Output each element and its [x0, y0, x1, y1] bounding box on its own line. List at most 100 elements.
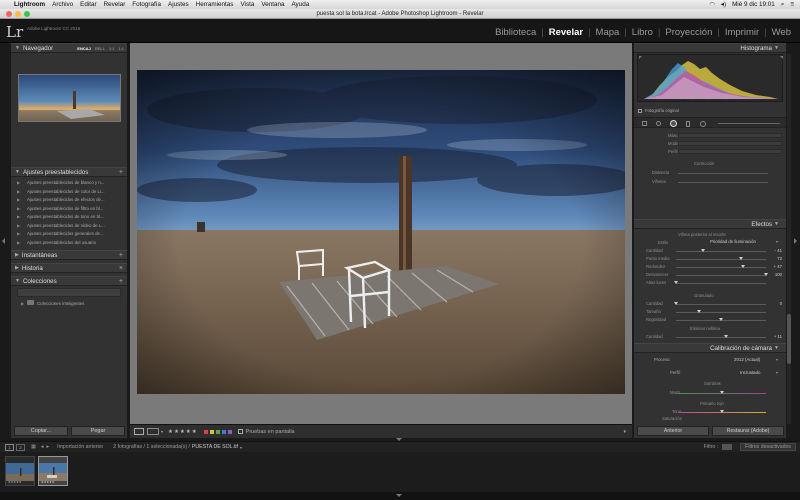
disclosure-icon[interactable]: ▶ [17, 240, 20, 245]
module-revelar[interactable]: Revelar [544, 27, 588, 38]
collection-set[interactable]: Colecciones inteligentes [37, 301, 84, 306]
preset-folder[interactable]: Ajustes preestablecidos de tono en bl... [27, 214, 104, 219]
presets-header[interactable]: ▼ Ajustes preestablecidos + [11, 167, 127, 177]
list-icon[interactable]: ≡ [790, 1, 794, 9]
vignette-amount-slider[interactable] [676, 251, 766, 252]
navigator-thumbnail[interactable] [18, 74, 121, 122]
module-proyeccion[interactable]: Proyección [660, 27, 717, 38]
star-rating[interactable]: ★★★★★ [168, 429, 198, 435]
chevron-down-icon[interactable]: ▾ [240, 445, 242, 450]
grain-amount-value[interactable]: 0 [768, 301, 782, 306]
navigator-header[interactable]: ▼ Navegador ENCAJ RELL 1:1 1:1 [11, 43, 127, 53]
menu-app-name[interactable]: Lightroom [14, 1, 45, 8]
loupe-view-icon[interactable] [134, 428, 144, 435]
profile-field[interactable] [678, 149, 782, 154]
vignette-amount-thumb[interactable] [701, 249, 705, 252]
roundness-slider[interactable] [676, 267, 766, 268]
preset-folder[interactable]: Ajustes preestablecidos del usuario [27, 240, 96, 245]
original-photo-checkbox[interactable] [638, 109, 642, 113]
red-eye-icon[interactable] [670, 120, 677, 127]
left-panel-toggle-icon[interactable] [2, 238, 5, 244]
photo-preview[interactable] [137, 70, 625, 394]
model-field[interactable] [678, 141, 782, 146]
red-label-icon[interactable] [203, 429, 208, 434]
filter-lock-icon[interactable] [722, 444, 733, 450]
menu-ventana[interactable]: Ventana [261, 1, 284, 8]
disclosure-icon[interactable]: ▶ [17, 231, 20, 236]
add-preset-icon[interactable]: + [119, 169, 123, 176]
disclosure-icon[interactable]: ▶ [17, 189, 20, 194]
disclosure-icon[interactable]: ▶ [21, 301, 24, 306]
zoom-1-1[interactable]: 1:1 [109, 46, 115, 51]
filter-dropdown[interactable]: Filtros desactivados [740, 443, 796, 451]
green-label-icon[interactable] [215, 429, 220, 434]
roundness-thumb[interactable] [740, 265, 745, 268]
preset-folder[interactable]: Ajustes preestablecidos de blanco y n... [27, 180, 104, 185]
style-dropdown[interactable]: Prioridad de iluminación [710, 239, 756, 244]
snapshots-header[interactable]: ▶ Instantáneas + [11, 250, 127, 260]
preset-folder[interactable]: Ajustes preestablecidos de filtro en bl.… [27, 206, 103, 211]
zoom-custom[interactable]: 1:1 [118, 46, 124, 51]
history-header[interactable]: ▶ Historia × [11, 263, 127, 273]
collections-filter-input[interactable] [17, 288, 121, 297]
dehaze-amount-value[interactable]: + 11 [768, 334, 782, 339]
volume-icon[interactable]: ◂) [721, 1, 726, 9]
paste-settings-button[interactable]: Pegar [71, 426, 125, 436]
zoom-fit[interactable]: ENCAJ [77, 46, 91, 51]
purple-label-icon[interactable] [227, 429, 232, 434]
screen-1-icon[interactable]: 1 [5, 443, 14, 451]
module-biblioteca[interactable]: Biblioteca [490, 27, 541, 38]
grain-size-thumb[interactable] [696, 310, 701, 313]
disclosure-icon[interactable]: ▶ [17, 206, 20, 211]
module-mapa[interactable]: Mapa [591, 27, 625, 38]
tint-thumb[interactable] [720, 391, 724, 394]
menu-ajustes[interactable]: Ajustes [168, 1, 189, 8]
histogram-header[interactable]: Histograma ▼ [634, 43, 786, 53]
clear-history-icon[interactable]: × [119, 265, 123, 272]
grain-size-slider[interactable] [676, 312, 766, 313]
disclosure-icon[interactable]: ▶ [17, 197, 20, 202]
brush-track[interactable] [718, 123, 780, 124]
module-imprimir[interactable]: Imprimir [720, 27, 764, 38]
right-panel-scrollbar[interactable] [787, 54, 791, 424]
toolbar-menu-icon[interactable]: ▾ [623, 429, 626, 435]
module-web[interactable]: Web [767, 27, 796, 38]
chevron-down-icon[interactable]: ▾ [776, 370, 778, 375]
chevron-down-icon[interactable]: ▾ [776, 239, 778, 244]
menu-vista[interactable]: Vista [240, 1, 254, 8]
grid-icon[interactable]: ▦ [31, 444, 36, 450]
menu-ayuda[interactable]: Ayuda [291, 1, 309, 8]
disclosure-icon[interactable]: ▶ [17, 214, 20, 219]
roundness-value[interactable]: + 47 [768, 264, 782, 269]
collections-header[interactable]: ▼ Colecciones + [11, 276, 127, 286]
preset-folder[interactable]: Ajustes preestablecidos generales de... [27, 231, 104, 236]
grain-roughness-thumb[interactable] [719, 318, 723, 321]
mask-field[interactable] [678, 133, 782, 138]
feather-slider[interactable] [676, 275, 766, 276]
filmstrip-thumbnail-selected[interactable]: ★★★★★ [38, 456, 68, 486]
search-icon[interactable]: ⌕ [781, 1, 785, 9]
grain-amount-thumb[interactable] [674, 302, 678, 305]
histogram[interactable] [637, 54, 783, 102]
radial-filter-icon[interactable] [700, 121, 706, 127]
chevron-down-icon[interactable]: ▾ [161, 429, 163, 434]
back-arrow-icon[interactable]: ◂ [41, 444, 44, 450]
preset-folder[interactable]: Ajustes preestablecidos de color de Li..… [27, 189, 105, 194]
add-snapshot-icon[interactable]: + [119, 252, 123, 259]
filmstrip-source[interactable]: Importación anterior [57, 444, 103, 450]
menu-revelar[interactable]: Revelar [104, 1, 126, 8]
dehaze-amount-thumb[interactable] [723, 335, 728, 338]
softproof-checkbox[interactable] [237, 429, 243, 434]
module-libro[interactable]: Libro [627, 27, 658, 38]
preset-folder[interactable]: Ajustes preestablecidos de vídeo de L... [27, 223, 105, 228]
spot-removal-icon[interactable] [656, 121, 661, 126]
add-collection-icon[interactable]: + [119, 278, 123, 285]
profile-dropdown[interactable]: Incrustado [740, 370, 761, 375]
crop-icon[interactable] [642, 121, 647, 126]
graduated-filter-icon[interactable] [686, 121, 690, 127]
blue-label-icon[interactable] [221, 429, 226, 434]
highlights-thumb[interactable] [674, 281, 678, 284]
dehaze-amount-slider[interactable] [676, 337, 766, 338]
disclosure-icon[interactable]: ▶ [17, 180, 20, 185]
screen-2-icon[interactable]: 2 [16, 443, 25, 451]
